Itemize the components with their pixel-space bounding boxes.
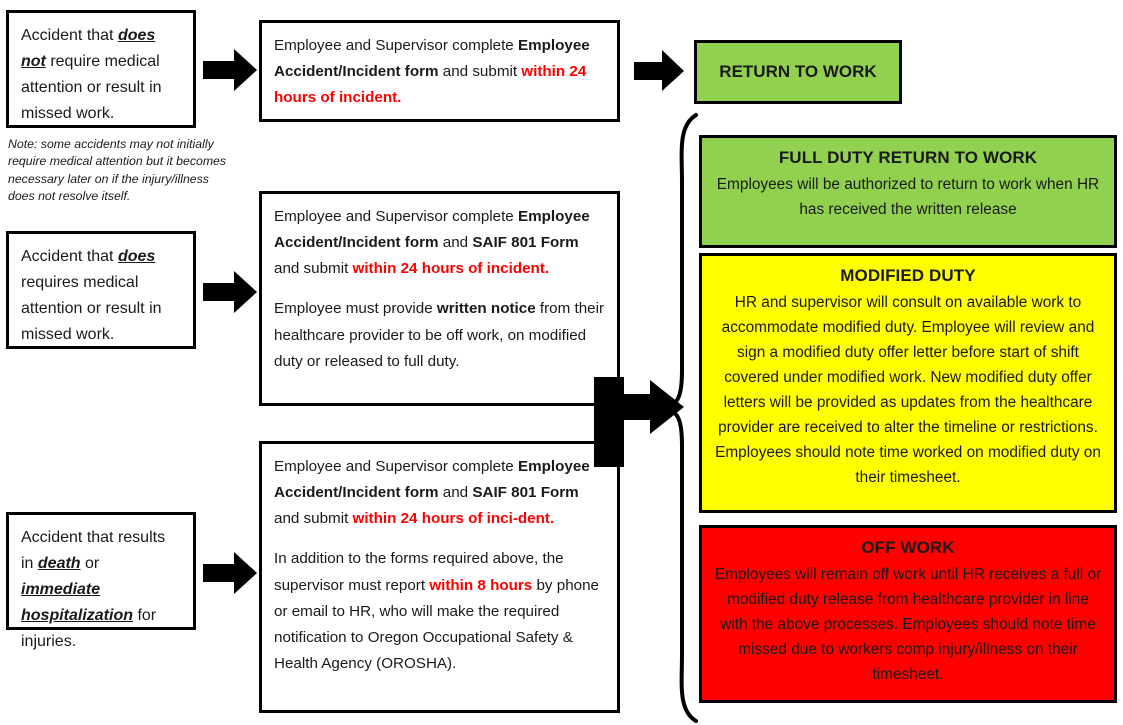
trigger-text-no-medical: Accident that does not require medical a…: [9, 13, 193, 137]
outcome-body-modified-duty: HR and supervisor will consult on availa…: [715, 293, 1101, 487]
process1-paragraph-1: Employee and Supervisor complete Employe…: [274, 33, 605, 111]
text-run-2: and: [438, 484, 473, 502]
right-arrow-icon-1: [203, 48, 257, 92]
trigger1-emph-not: not: [21, 52, 46, 70]
outcome-title-full-duty: FULL DUTY RETURN TO WORK: [778, 148, 1038, 167]
trigger3-emph-hospitalization: immediate hospitalization: [21, 580, 133, 624]
process2-paragraph-2: Employee must provide written notice fro…: [274, 296, 605, 374]
text-run-3: SAIF 801 Form: [472, 484, 579, 502]
text-run-1: within 8 hours: [429, 576, 533, 594]
trigger3-seg2: or: [80, 554, 100, 572]
outcome-box-full-duty: FULL DUTY RETURN TO WORK Employees will …: [699, 135, 1117, 248]
process-box-severe: Employee and Supervisor complete Employe…: [259, 441, 620, 713]
trigger3-emph-death: death: [37, 554, 81, 572]
process-text-minor: Employee and Supervisor complete Employe…: [262, 23, 617, 121]
outcome-label-return-to-work: RETURN TO WORK: [719, 62, 877, 82]
note-text: Note: some accidents may not initially r…: [8, 137, 227, 204]
text-run-3: SAIF 801 Form: [472, 234, 579, 252]
process3-paragraph-1: Employee and Supervisor complete Employe…: [274, 454, 605, 532]
trigger-box-death-hospitalization: Accident that results in death or immedi…: [6, 512, 196, 650]
process-text-severe: Employee and Supervisor complete Employe…: [262, 444, 617, 687]
right-arrow-icon-2: [203, 270, 257, 314]
text-run-1: written notice: [436, 300, 536, 318]
text-run-4: and submit: [274, 260, 353, 278]
process-box-minor: Employee and Supervisor complete Employe…: [259, 20, 620, 122]
outcome-title-modified-duty: MODIFIED DUTY: [840, 266, 976, 285]
text-run-0: Employee and Supervisor complete: [274, 458, 518, 475]
outcome-box-return-to-work: RETURN TO WORK: [694, 40, 902, 104]
text-run-0: Employee must provide: [274, 300, 437, 318]
trigger-text-does-require-medical: Accident that does requires medical atte…: [9, 234, 193, 358]
flowchart-canvas: Accident that does not require medical a…: [0, 0, 1123, 725]
text-run-4: and submit: [274, 510, 353, 528]
process3-paragraph-2: In addition to the forms required above,…: [274, 546, 605, 677]
text-run-5: within 24 hours of incident.: [352, 260, 550, 278]
trigger-box-no-medical: Accident that does not require medical a…: [6, 10, 196, 128]
trigger2-emph-does: does: [117, 248, 156, 265]
outcome-box-off-work: OFF WORK Employees will remain off work …: [699, 525, 1117, 703]
text-run-2: and: [438, 234, 473, 252]
trigger2-seg1: Accident that: [21, 248, 118, 265]
text-run-2: and submit: [438, 63, 522, 81]
outcome-box-modified-duty: MODIFIED DUTY HR and supervisor will con…: [699, 253, 1117, 513]
right-arrow-icon-3: [203, 551, 257, 595]
outcome-body-off-work: Employees will remain off work until HR …: [714, 565, 1102, 683]
text-run-0: Employee and Supervisor complete: [274, 208, 518, 225]
process2-paragraph-1: Employee and Supervisor complete Employe…: [274, 204, 605, 282]
trigger-text-death-hospitalization: Accident that results in death or immedi…: [9, 515, 193, 665]
text-run-0: Employee and Supervisor complete: [274, 37, 518, 54]
outcome-title-off-work: OFF WORK: [861, 538, 955, 557]
trigger2-seg2: requires medical attention or result in …: [21, 273, 162, 343]
trigger1-seg1: Accident that: [21, 27, 118, 44]
process-text-medical: Employee and Supervisor complete Employe…: [262, 194, 617, 385]
process-box-medical: Employee and Supervisor complete Employe…: [259, 191, 620, 406]
outcome-body-full-duty: Employees will be authorized to return t…: [716, 175, 1100, 218]
trigger1-emph-does: does: [117, 27, 156, 44]
trigger-box-does-require-medical: Accident that does requires medical atte…: [6, 231, 196, 349]
right-arrow-icon-4: [634, 50, 684, 92]
text-run-5: within 24 hours of inci-dent.: [352, 510, 555, 528]
